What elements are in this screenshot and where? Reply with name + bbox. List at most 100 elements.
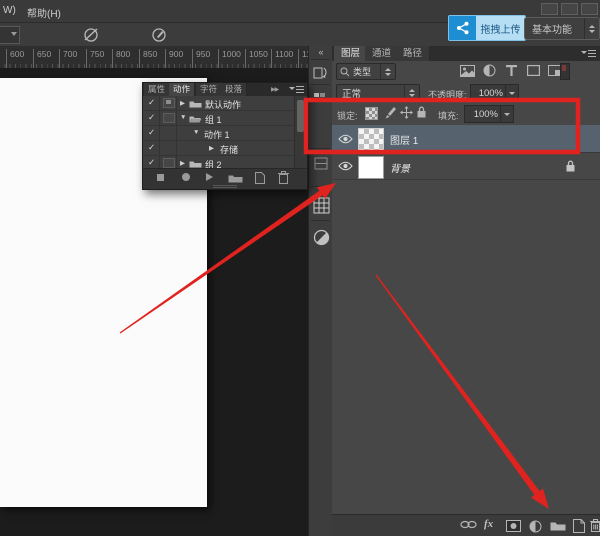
lock-transparency-icon[interactable] [365,107,378,120]
chevron-down-icon[interactable] [505,85,518,101]
action-step-name[interactable]: 存储 [220,143,238,156]
ruler-tick: 900 [165,49,183,68]
add-mask-icon[interactable] [506,520,521,532]
expander-icon[interactable]: ▼ [193,129,199,136]
actions-scrollbar[interactable] [294,96,307,168]
fill-value: 100% [465,109,500,120]
open-folder-icon [189,114,202,123]
airbrush-icon [151,27,168,42]
record-icon[interactable] [182,173,190,181]
layer-style-fx-icon[interactable]: fx [484,518,493,530]
lock-label: 锁定: [337,109,358,122]
close-button[interactable] [581,3,598,15]
actions-panel: 属性 动作 字符 段落 ▶▶ ✓ ▶ 默认动作 ✓ ▼ 组 1 [142,82,308,190]
new-layer-icon[interactable] [573,519,585,533]
play-icon[interactable] [206,173,213,181]
tab-paragraph[interactable]: 段落 [221,83,247,96]
actions-bottom-bar [143,168,307,185]
dialog-toggle-box[interactable] [163,98,175,108]
grid-panel-icon[interactable] [312,196,330,214]
upload-button-label: 拖拽上传 [476,16,525,40]
new-action-icon[interactable] [255,172,265,184]
layer-thumbnail-white[interactable] [358,156,384,179]
lock-position-icon[interactable] [400,106,413,119]
swatches-panel-icon[interactable] [312,89,330,107]
restore-button[interactable] [561,3,578,15]
tab-paths[interactable]: 路径 [396,46,430,61]
tab-layers[interactable]: 图层 [334,46,368,61]
lock-all-icon[interactable] [417,106,426,118]
spinner-arrows-icon [380,64,395,79]
filter-pixel-layers-icon[interactable] [458,63,476,78]
adjustment-layer-icon[interactable] [529,520,542,533]
expand-panels-icon[interactable]: « [309,46,333,58]
ruler-tick: 1000 [218,49,241,68]
minimize-button[interactable] [541,3,558,15]
visibility-eye-icon[interactable] [338,134,353,144]
layer-row-layer1[interactable]: 图层 1 [332,125,600,152]
filter-shape-layers-icon[interactable] [524,63,542,78]
filter-kind-dropdown[interactable]: 类型 [336,63,396,80]
layer-filter-row: 类型 [332,61,600,81]
stop-icon[interactable] [157,174,164,181]
action-row-store[interactable]: ✓ ▶ 存储 [143,141,295,156]
scrollbar-thumb[interactable] [297,100,304,132]
history-panel-icon[interactable] [312,63,330,81]
info-panel-icon[interactable] [312,154,330,172]
action-row-action1[interactable]: ✓ ▼ 动作 1 [143,126,295,141]
action-set-name[interactable]: 组 1 [205,113,222,126]
upload-button[interactable]: 拖拽上传 [448,15,526,41]
actions-menu-icon[interactable] [289,85,304,94]
panel-resize-grip[interactable] [143,184,307,189]
layer-thumbnail-transparent[interactable] [358,128,384,151]
layer-row-background[interactable]: 背景 [332,153,600,179]
filter-adjustment-layers-icon[interactable] [480,63,498,78]
check-icon[interactable]: ✓ [148,127,155,138]
panel-menu-icon[interactable] [581,49,596,58]
link-layers-icon[interactable] [460,520,477,529]
airbrush-toggle-icon[interactable] [150,26,168,43]
new-set-folder-icon[interactable] [228,173,243,183]
layers-panel-dock: 图层 通道 路径 类型 [332,46,600,536]
expander-icon[interactable]: ▶ [180,99,185,107]
lock-fill-row: 锁定: 填充: 100% [332,103,600,124]
menu-item-help[interactable]: 帮助(H) [27,5,61,20]
tab-channels[interactable]: 通道 [365,46,399,61]
opacity-field[interactable]: 100% [470,84,519,102]
brush-mode-icon[interactable] [82,26,100,43]
filter-toggle-switch[interactable] [560,63,570,80]
tab-actions[interactable]: 动作 [169,83,195,96]
chevron-down-icon[interactable] [500,106,513,122]
check-icon[interactable]: ✓ [148,157,155,168]
collapse-chevron-icon[interactable]: ▶▶ [271,86,278,93]
visibility-eye-icon[interactable] [338,161,353,171]
clone-source-panel-icon[interactable] [312,228,330,246]
action-name[interactable]: 动作 1 [204,128,230,141]
workspace-selector[interactable]: 基本功能 [524,17,600,40]
action-row-default-actions[interactable]: ✓ ▶ 默认动作 [143,96,295,111]
tab-character[interactable]: 字符 [196,83,222,96]
blend-mode-dropdown[interactable]: 正常 [336,84,420,102]
expander-icon[interactable]: ▼ [180,114,186,121]
ruler-tick: 650 [33,49,51,68]
fill-field[interactable]: 100% [464,105,514,123]
check-icon[interactable]: ✓ [148,142,155,153]
expander-icon[interactable]: ▶ [180,159,185,167]
tool-preset-dropdown[interactable] [0,26,20,44]
expander-icon[interactable]: ▶ [209,144,214,152]
tab-properties[interactable]: 属性 [144,83,170,96]
dialog-toggle-box[interactable] [163,158,175,168]
action-row-set1[interactable]: ✓ ▼ 组 1 [143,111,295,126]
new-group-icon[interactable] [550,520,566,531]
menu-item-window-partial[interactable]: W) [3,5,16,16]
delete-layer-icon[interactable] [590,519,600,532]
action-set-name[interactable]: 默认动作 [205,98,241,111]
delete-action-icon[interactable] [278,171,289,184]
dialog-toggle-box[interactable] [163,113,175,123]
lock-paint-icon[interactable] [383,106,396,119]
layer-name[interactable]: 背景 [390,160,410,175]
layer-name[interactable]: 图层 1 [390,132,418,147]
filter-type-layers-icon[interactable] [502,63,520,78]
check-icon[interactable]: ✓ [148,112,155,123]
check-icon[interactable]: ✓ [148,97,155,108]
